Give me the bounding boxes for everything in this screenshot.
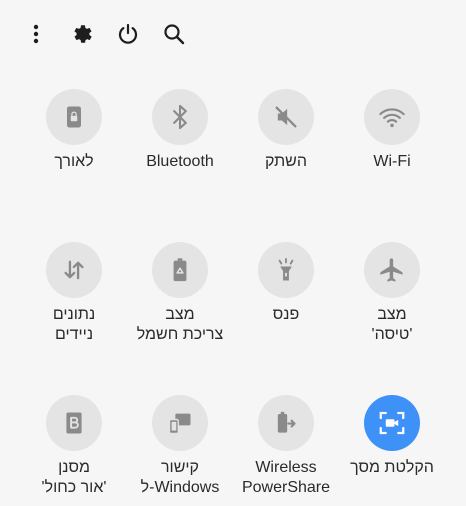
tile-wireless-powershare[interactable]: Wireless PowerShare — [233, 395, 339, 498]
tile-bluetooth-circle[interactable] — [152, 89, 208, 145]
mute-icon — [275, 106, 297, 128]
tile-power-saving[interactable]: מצב צריכת חשמל — [127, 242, 233, 345]
portrait-lock-icon — [67, 106, 81, 128]
tile-wifi-circle[interactable] — [364, 89, 420, 145]
blue-light-filter-icon — [66, 412, 82, 434]
tile-flashlight-label: פנס — [272, 306, 300, 323]
tile-blue-light[interactable]: מסנן 'אור כחול' — [21, 395, 127, 498]
bluetooth-icon — [173, 104, 187, 130]
tile-airplane[interactable]: מצב 'טיסה' — [339, 242, 445, 345]
link-windows-icon — [168, 413, 191, 435]
tile-mobile-data-circle[interactable] — [46, 242, 102, 298]
tile-link-to-windows[interactable]: קישור ל-Windows — [127, 395, 233, 498]
tile-wireless-powershare-label: Wireless PowerShare — [241, 459, 331, 496]
tile-blue-light-circle[interactable] — [46, 395, 102, 451]
tile-wifi-label: Wi-Fi — [373, 153, 411, 170]
airplane-icon — [380, 258, 403, 282]
flashlight-icon — [278, 257, 294, 281]
tile-blue-light-label: מסנן 'אור כחול' — [41, 459, 107, 496]
tile-airplane-circle[interactable] — [364, 242, 420, 298]
tile-screen-recorder-circle[interactable] — [364, 395, 420, 451]
tile-flashlight-circle[interactable] — [258, 242, 314, 298]
data-arrows-icon — [64, 260, 84, 280]
tile-portrait-circle[interactable] — [46, 89, 102, 145]
tile-power-saving-circle[interactable] — [152, 242, 208, 298]
tile-link-to-windows-label: קישור ל-Windows — [140, 459, 220, 496]
tile-mute-circle[interactable] — [258, 89, 314, 145]
tile-bluetooth[interactable]: Bluetooth — [127, 89, 233, 172]
battery-recycle-icon — [173, 258, 187, 282]
tile-wifi[interactable]: Wi-Fi — [339, 89, 445, 172]
tile-wireless-powershare-circle[interactable] — [258, 395, 314, 451]
tile-flashlight[interactable]: פנס — [233, 242, 339, 325]
tile-portrait-label: לאורך — [54, 153, 94, 170]
tile-portrait[interactable]: לאורך — [21, 89, 127, 172]
tile-screen-recorder-label: הקלטת מסך — [350, 459, 434, 476]
quick-settings-grid: Wi-Fi השתק Bluetooth לאורך מצב 'טיסה' פנ… — [0, 0, 466, 506]
tile-mobile-data[interactable]: נתונים ניידים — [21, 242, 127, 345]
tile-link-to-windows-circle[interactable] — [152, 395, 208, 451]
tile-screen-recorder[interactable]: הקלטת מסך — [339, 395, 445, 478]
tile-mobile-data-label: נתונים ניידים — [52, 306, 96, 343]
tile-airplane-label: מצב 'טיסה' — [371, 306, 413, 343]
tile-power-saving-label: מצב צריכת חשמל — [136, 306, 224, 343]
powershare-icon — [277, 411, 296, 433]
tile-mute-label: השתק — [265, 153, 307, 170]
wifi-icon — [379, 108, 405, 128]
tile-bluetooth-label: Bluetooth — [146, 153, 214, 170]
screen-record-icon — [379, 411, 405, 435]
tile-mute[interactable]: השתק — [233, 89, 339, 172]
